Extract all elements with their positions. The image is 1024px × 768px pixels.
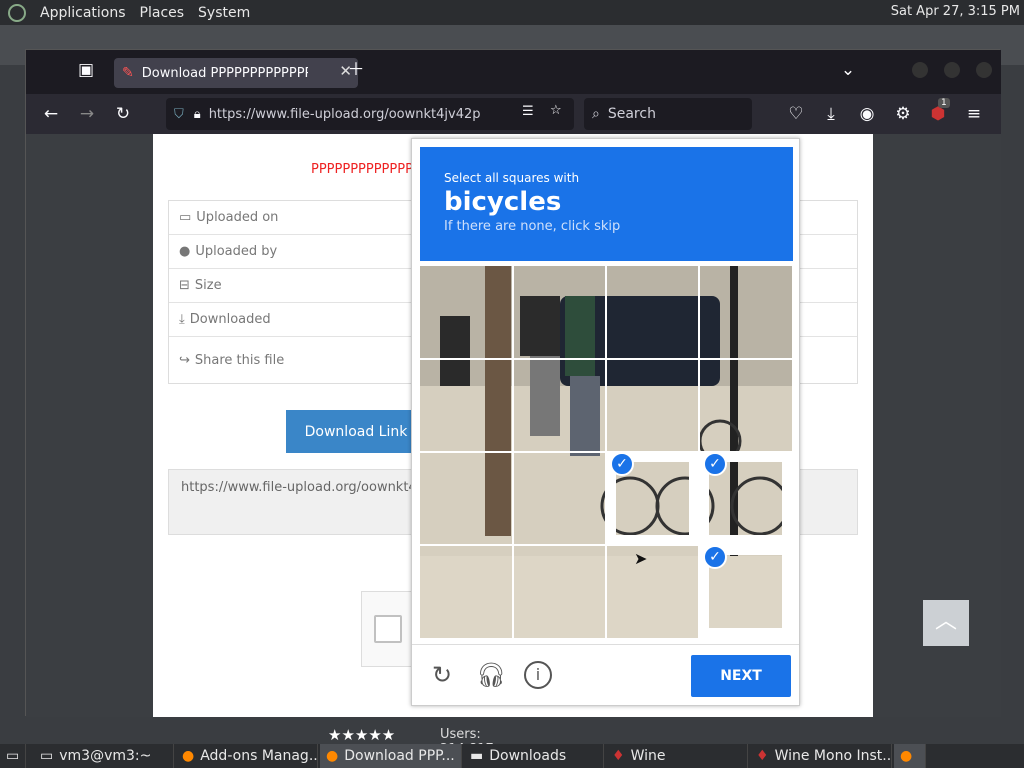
site-favicon-icon: ✎ [122, 65, 134, 81]
info-icon[interactable]: i [524, 661, 552, 689]
maximize-window-icon[interactable] [944, 62, 960, 78]
wine-icon: ♦ [756, 748, 769, 764]
tab-overview-icon[interactable]: ▣ [74, 58, 98, 82]
captcha-challenge: Select all squares with bicycles If ther… [411, 138, 800, 706]
menu-system[interactable]: System [198, 5, 250, 21]
captcha-footer: ↻ 🎧︎ i NEXT [412, 644, 799, 706]
selected-check-icon[interactable]: ✓ [703, 452, 727, 476]
pocket-icon[interactable]: ♡ [784, 102, 808, 126]
bookmark-star-icon[interactable]: ☆ [550, 103, 562, 118]
download-link-button[interactable]: Download Link [286, 410, 426, 453]
list-tabs-icon[interactable]: ⌄ [836, 58, 860, 82]
account-icon[interactable]: ◉ [855, 102, 879, 126]
tab-bar: ▣ ✎ Download PPPPPPPPPPPPPP ✕ ＋ ⌄ [26, 50, 1001, 94]
taskbar-item-downloads[interactable]: ▬ Downloads [464, 744, 604, 768]
audio-challenge-icon[interactable]: 🎧︎ [476, 661, 506, 689]
desktop-icon: ▭ [6, 748, 20, 764]
back-icon[interactable]: ← [39, 102, 63, 126]
hamburger-menu-icon[interactable]: ≡ [962, 102, 986, 126]
taskbar-label: Wine [630, 748, 666, 764]
folder-icon: ▬ [470, 748, 484, 764]
info-label: Share this file [194, 352, 285, 368]
distro-logo-icon[interactable] [8, 3, 26, 22]
captcha-grid: ✓ ✓ ✓ ➤ [420, 266, 792, 638]
extension-badge: 1 [938, 98, 950, 108]
menu-places[interactable]: Places [140, 5, 185, 21]
captcha-instruction: Select all squares with [444, 171, 580, 185]
search-icon: ⌕ [592, 106, 600, 122]
captcha-target: bicycles [444, 187, 562, 217]
download-icon: ⤓ [179, 312, 185, 327]
info-label: Downloaded [189, 312, 271, 327]
taskbar: ▭ ▭ vm3@vm3:~ ● Add-ons Manag... ● Download… [0, 744, 1024, 768]
wine-icon: ♦ [612, 748, 625, 764]
captcha-header: Select all squares with bicycles If ther… [420, 147, 793, 261]
selected-check-icon[interactable]: ✓ [610, 452, 634, 476]
minimize-window-icon[interactable] [912, 62, 928, 78]
menu-applications[interactable]: Applications [40, 5, 126, 21]
info-label: Uploaded by [195, 244, 278, 259]
url-bar[interactable]: ⛉ 🔒︎ https://www.file-upload.org/oownkt4… [166, 98, 574, 130]
info-label: Size [194, 278, 222, 293]
taskbar-item-wine[interactable]: ♦ Wine [606, 744, 748, 768]
taskbar-label: Download PPP... [344, 748, 455, 764]
next-button[interactable]: NEXT [691, 655, 791, 697]
show-desktop-button[interactable]: ▭ [0, 744, 26, 768]
new-tab-icon[interactable]: ＋ [344, 58, 368, 82]
captcha-hint: If there are none, click skip [444, 219, 621, 234]
forward-icon[interactable]: → [75, 102, 99, 126]
tab-title: Download PPPPPPPPPPPPPP [141, 65, 308, 81]
reload-icon[interactable]: ↻ [111, 102, 135, 126]
clock[interactable]: Sat Apr 27, 3:15 PM [891, 4, 1020, 19]
taskbar-item-addons[interactable]: ● Add-ons Manag... [176, 744, 318, 768]
star-rating-icon: ★★★★★ [328, 726, 396, 744]
extensions-icon[interactable]: ⚙ [891, 102, 915, 126]
taskbar-label: Wine Mono Inst... [774, 748, 892, 764]
taskbar-label: Downloads [489, 748, 567, 764]
taskbar-label: vm3@vm3:~ [59, 748, 152, 764]
taskbar-item-firefox[interactable]: ● [894, 744, 926, 768]
drive-icon: ⊟ [179, 278, 190, 293]
tracking-shield-icon[interactable]: ⛉ [174, 107, 184, 122]
taskbar-item-wine-mono[interactable]: ♦ Wine Mono Inst... [750, 744, 892, 768]
mouse-cursor-icon: ➤ [634, 549, 648, 568]
selected-check-icon[interactable]: ✓ [703, 545, 727, 569]
firefox-icon: ● [326, 748, 339, 764]
info-label: Uploaded on [196, 210, 279, 225]
url-text[interactable]: https://www.file-upload.org/oownkt4jv42p [209, 107, 481, 122]
nav-bar: ← → ↻ ⛉ 🔒︎ https://www.file-upload.org/o… [26, 94, 1001, 134]
search-placeholder: Search [607, 106, 656, 122]
terminal-icon: ▭ [40, 748, 54, 764]
taskbar-item-download[interactable]: ● Download PPP... [320, 744, 462, 768]
rating-strip: ★★★★★ Users: 214,817 [328, 726, 538, 757]
recaptcha-checkbox[interactable] [374, 615, 402, 643]
taskbar-label: Add-ons Manag... [200, 748, 318, 764]
close-window-icon[interactable] [976, 62, 992, 78]
taskbar-item-terminal[interactable]: ▭ vm3@vm3:~ [34, 744, 174, 768]
firefox-icon: ● [182, 748, 195, 764]
reader-view-icon[interactable]: ☰ [522, 104, 534, 119]
firefox-icon: ● [900, 748, 913, 764]
search-bar[interactable]: ⌕ Search [584, 98, 752, 130]
active-tab[interactable]: ✎ Download PPPPPPPPPPPPPP ✕ [114, 58, 358, 88]
scroll-to-top-button[interactable]: ︿ [923, 600, 969, 646]
calendar-icon: ▭ [179, 210, 192, 225]
file-title: PPPPPPPPPPPPP [311, 162, 413, 177]
lock-icon[interactable]: 🔒︎ [194, 107, 201, 122]
street-photo [420, 266, 792, 638]
reload-challenge-icon[interactable]: ↻ [428, 661, 456, 689]
top-panel: Applications Places System Sat Apr 27, 3… [0, 0, 1024, 25]
share-icon: ↪ [179, 352, 190, 368]
downloads-icon[interactable]: ⤓ [819, 102, 843, 126]
user-icon: ● [179, 244, 191, 259]
